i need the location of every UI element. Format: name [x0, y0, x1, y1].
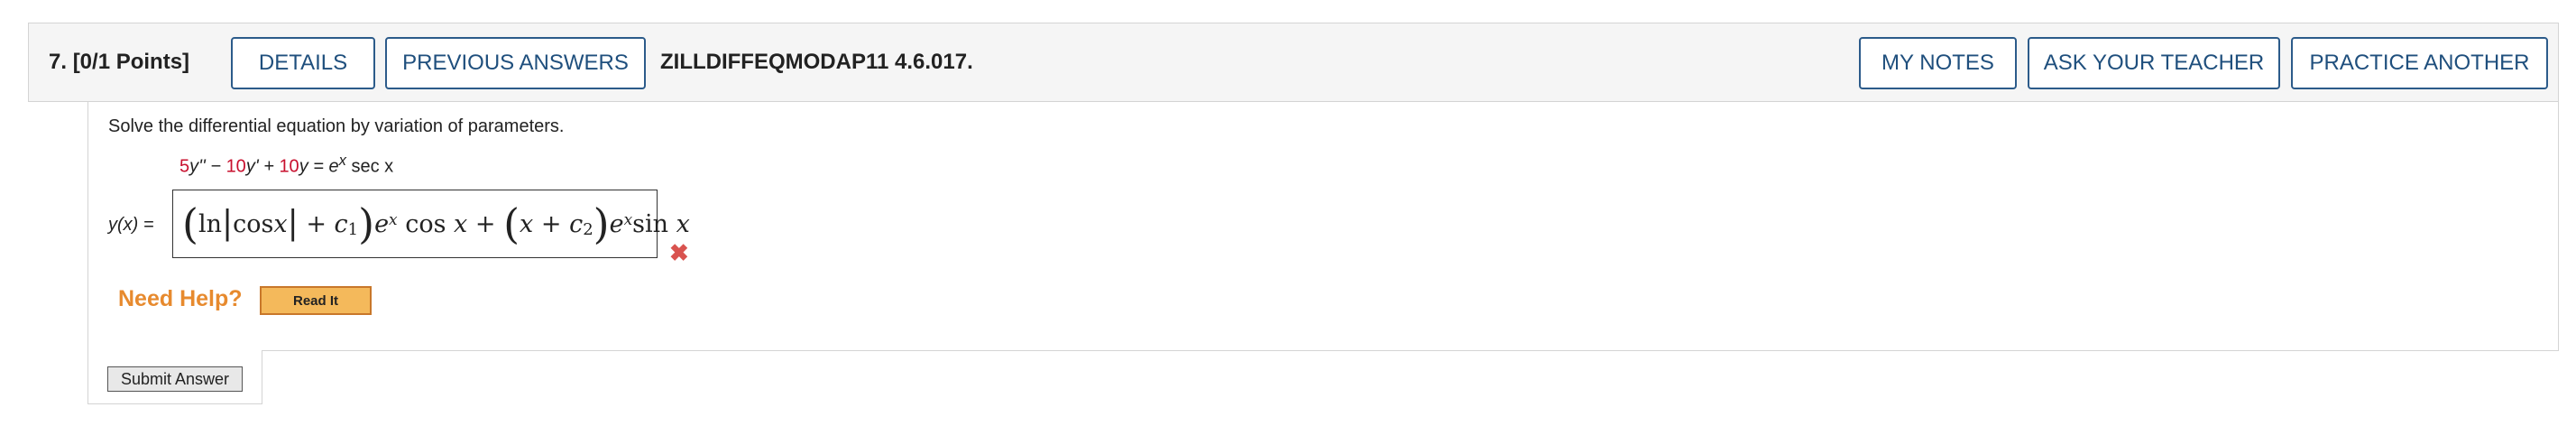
math-var: x	[520, 209, 534, 238]
math-exponent: x	[623, 211, 633, 229]
answer-input[interactable]: ( ln | cos x | + c1 ) ex cos x + ( x + c…	[172, 190, 690, 258]
ask-your-teacher-button[interactable]: ASK YOUR TEACHER	[2028, 37, 2280, 89]
abs-bar: |	[221, 205, 234, 242]
math-ln: ln	[198, 209, 222, 238]
practice-another-button[interactable]: PRACTICE ANOTHER	[2291, 37, 2548, 89]
read-it-button[interactable]: Read It	[260, 286, 372, 315]
coefficient: 10	[279, 156, 299, 177]
paren-close: )	[358, 199, 375, 248]
incorrect-x-icon: ✖	[669, 239, 689, 266]
abs-bar: |	[287, 205, 299, 242]
equation-exponent: x	[338, 152, 346, 169]
paren-close: )	[593, 199, 610, 248]
question-code: ZILLDIFFEQMODAP11 4.6.017.	[660, 50, 973, 74]
answer-label: y(x) =	[108, 215, 154, 236]
paren-open: (	[182, 199, 198, 248]
differential-equation: 5y'' − 10y' + 10y = ex sec x	[179, 152, 393, 178]
question-prompt: Solve the differential equation by varia…	[108, 116, 565, 136]
math-subscript: 2	[583, 219, 593, 239]
question-number: 7.	[49, 50, 68, 74]
previous-answers-button[interactable]: PREVIOUS ANSWERS	[385, 37, 646, 89]
question-points: [0/1 Points]	[72, 50, 190, 74]
equation-term: y'' −	[189, 156, 226, 177]
math-op: +	[533, 209, 570, 238]
question-body: Solve the differential equation by varia…	[87, 102, 2559, 351]
coefficient: 10	[225, 156, 246, 177]
math-cos: cos	[233, 209, 274, 238]
equation-term: y' +	[245, 156, 280, 177]
coefficient: 5	[179, 156, 190, 177]
submit-area: Submit Answer	[87, 350, 262, 404]
math-var: c	[569, 209, 584, 238]
my-notes-button[interactable]: MY NOTES	[1859, 37, 2017, 89]
question-title: 7. [0/1 Points]	[49, 50, 189, 75]
math-var: x	[676, 209, 690, 238]
math-var: x	[454, 209, 468, 238]
math-sin: sin	[632, 209, 676, 238]
math-cos: cos	[397, 209, 455, 238]
paren-open: (	[503, 199, 520, 248]
math-subscript: 1	[347, 219, 359, 239]
math-e: e	[609, 209, 624, 238]
math-var: c	[334, 209, 348, 238]
math-op: +	[467, 209, 504, 238]
details-button[interactable]: DETAILS	[231, 37, 375, 89]
submit-answer-button[interactable]: Submit Answer	[107, 366, 243, 392]
question-header: 7. [0/1 Points] DETAILS PREVIOUS ANSWERS…	[28, 23, 2559, 102]
answer-label-text: y(x) =	[108, 215, 154, 235]
math-exponent: x	[389, 211, 398, 229]
equation-term: e	[328, 156, 339, 177]
need-help-label: Need Help?	[118, 286, 243, 311]
equation-term: sec x	[345, 156, 394, 177]
equation-term: y =	[299, 156, 329, 177]
math-op: +	[298, 209, 335, 238]
math-e: e	[374, 209, 390, 238]
math-var: x	[273, 209, 288, 238]
